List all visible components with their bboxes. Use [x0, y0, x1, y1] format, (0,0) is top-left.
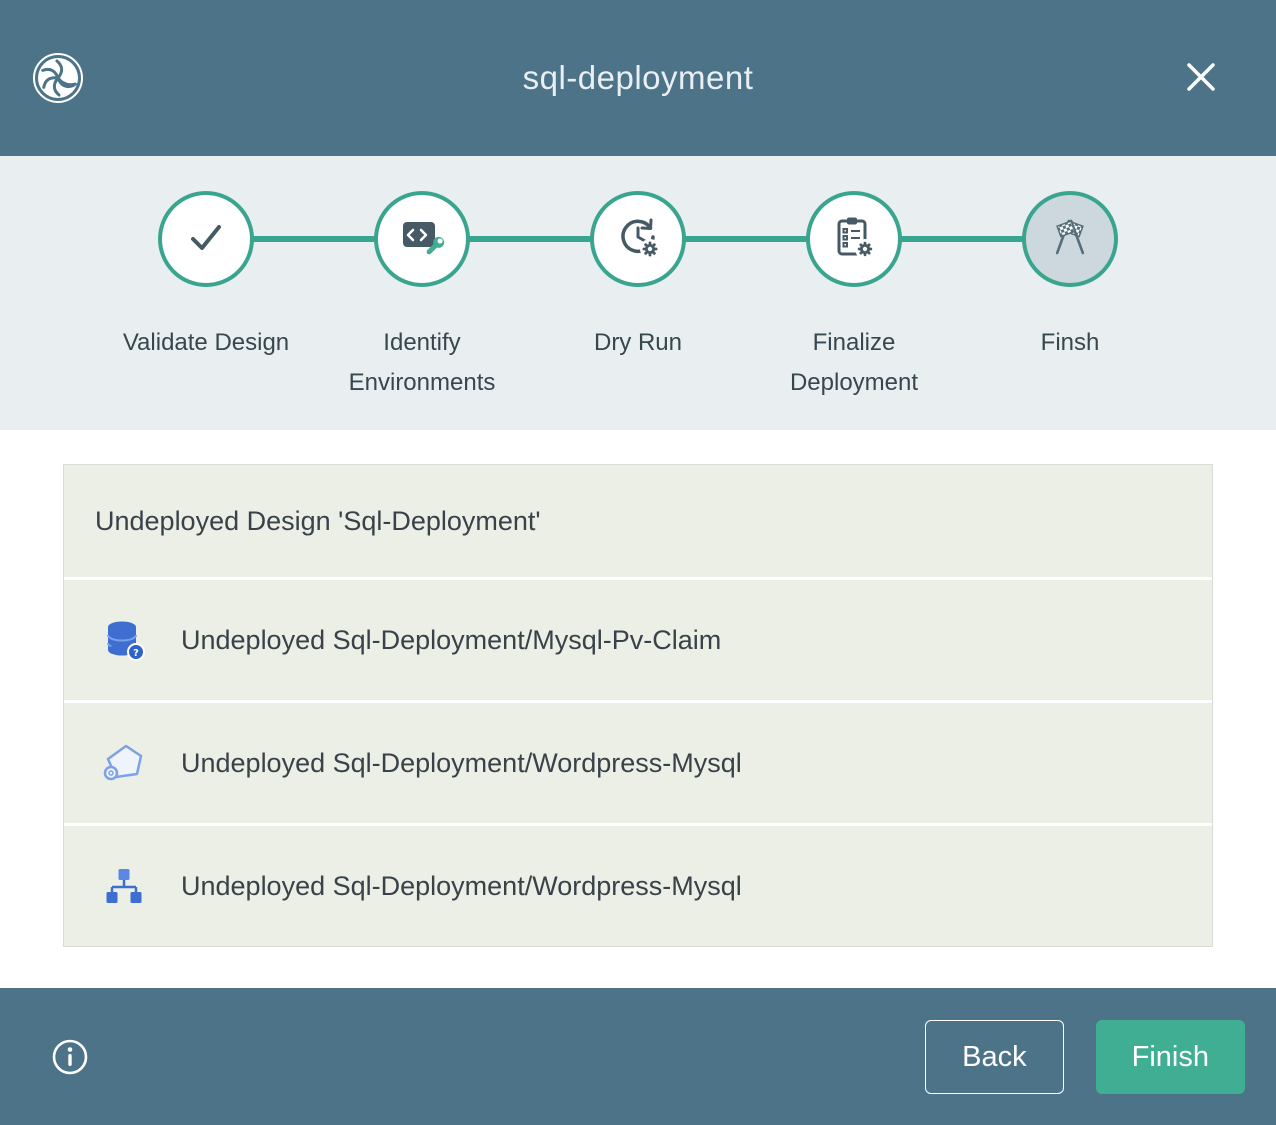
dry-run-clock-icon [614, 213, 662, 266]
service-icon [100, 739, 148, 787]
result-text: Undeployed Sql-Deployment/Wordpress-Mysq… [181, 748, 742, 779]
dialog-footer: Back Finish [0, 988, 1276, 1125]
code-wrench-icon [398, 213, 446, 266]
step-label: Identify Environments [322, 323, 522, 403]
dialog-header: sql-deployment [0, 0, 1276, 156]
deployment-tree-icon [100, 862, 148, 910]
wizard-stepper-section: Validate Design [0, 156, 1276, 430]
close-icon[interactable] [1182, 58, 1220, 96]
results-header-row: Undeployed Design 'Sql-Deployment' [64, 465, 1212, 577]
deployment-results-list: Undeployed Design 'Sql-Deployment' ? Und… [63, 464, 1213, 947]
step-label: Finsh [1041, 323, 1100, 363]
step-circle [374, 191, 470, 287]
step-validate-design: Validate Design [98, 191, 314, 403]
wizard-stepper: Validate Design [98, 156, 1178, 403]
svg-text:?: ? [133, 648, 139, 659]
result-row: Undeployed Sql-Deployment/Wordpress-Mysq… [64, 823, 1212, 946]
dialog-title: sql-deployment [523, 59, 754, 97]
step-finalize-deployment: Finalize Deployment [746, 191, 962, 403]
finish-button[interactable]: Finish [1096, 1020, 1245, 1094]
step-dry-run: Dry Run [530, 191, 746, 403]
check-icon [182, 213, 230, 266]
step-circle [806, 191, 902, 287]
deployment-wizard-dialog: sql-deployment Validate Design [0, 0, 1276, 1125]
step-finish: Finsh [962, 191, 1178, 403]
step-circle [590, 191, 686, 287]
back-button[interactable]: Back [925, 1020, 1063, 1094]
step-identify-environments: Identify Environments [314, 191, 530, 403]
step-label: Finalize Deployment [754, 323, 954, 403]
clipboard-gear-icon [830, 213, 878, 266]
dialog-content: Undeployed Design 'Sql-Deployment' ? Und… [0, 430, 1276, 988]
step-circle [158, 191, 254, 287]
info-icon[interactable] [50, 1037, 90, 1077]
result-text: Undeployed Sql-Deployment/Wordpress-Mysq… [181, 871, 742, 902]
database-icon: ? [100, 616, 148, 664]
step-label: Validate Design [123, 323, 289, 363]
app-swirl-logo-icon [30, 50, 86, 106]
finish-flags-icon [1046, 213, 1094, 266]
result-row: Undeployed Sql-Deployment/Wordpress-Mysq… [64, 700, 1212, 823]
result-row: ? Undeployed Sql-Deployment/Mysql-Pv-Cla… [64, 577, 1212, 700]
results-header-text: Undeployed Design 'Sql-Deployment' [95, 506, 541, 537]
step-circle [1022, 191, 1118, 287]
step-label: Dry Run [594, 323, 682, 363]
result-text: Undeployed Sql-Deployment/Mysql-Pv-Claim [181, 625, 721, 656]
